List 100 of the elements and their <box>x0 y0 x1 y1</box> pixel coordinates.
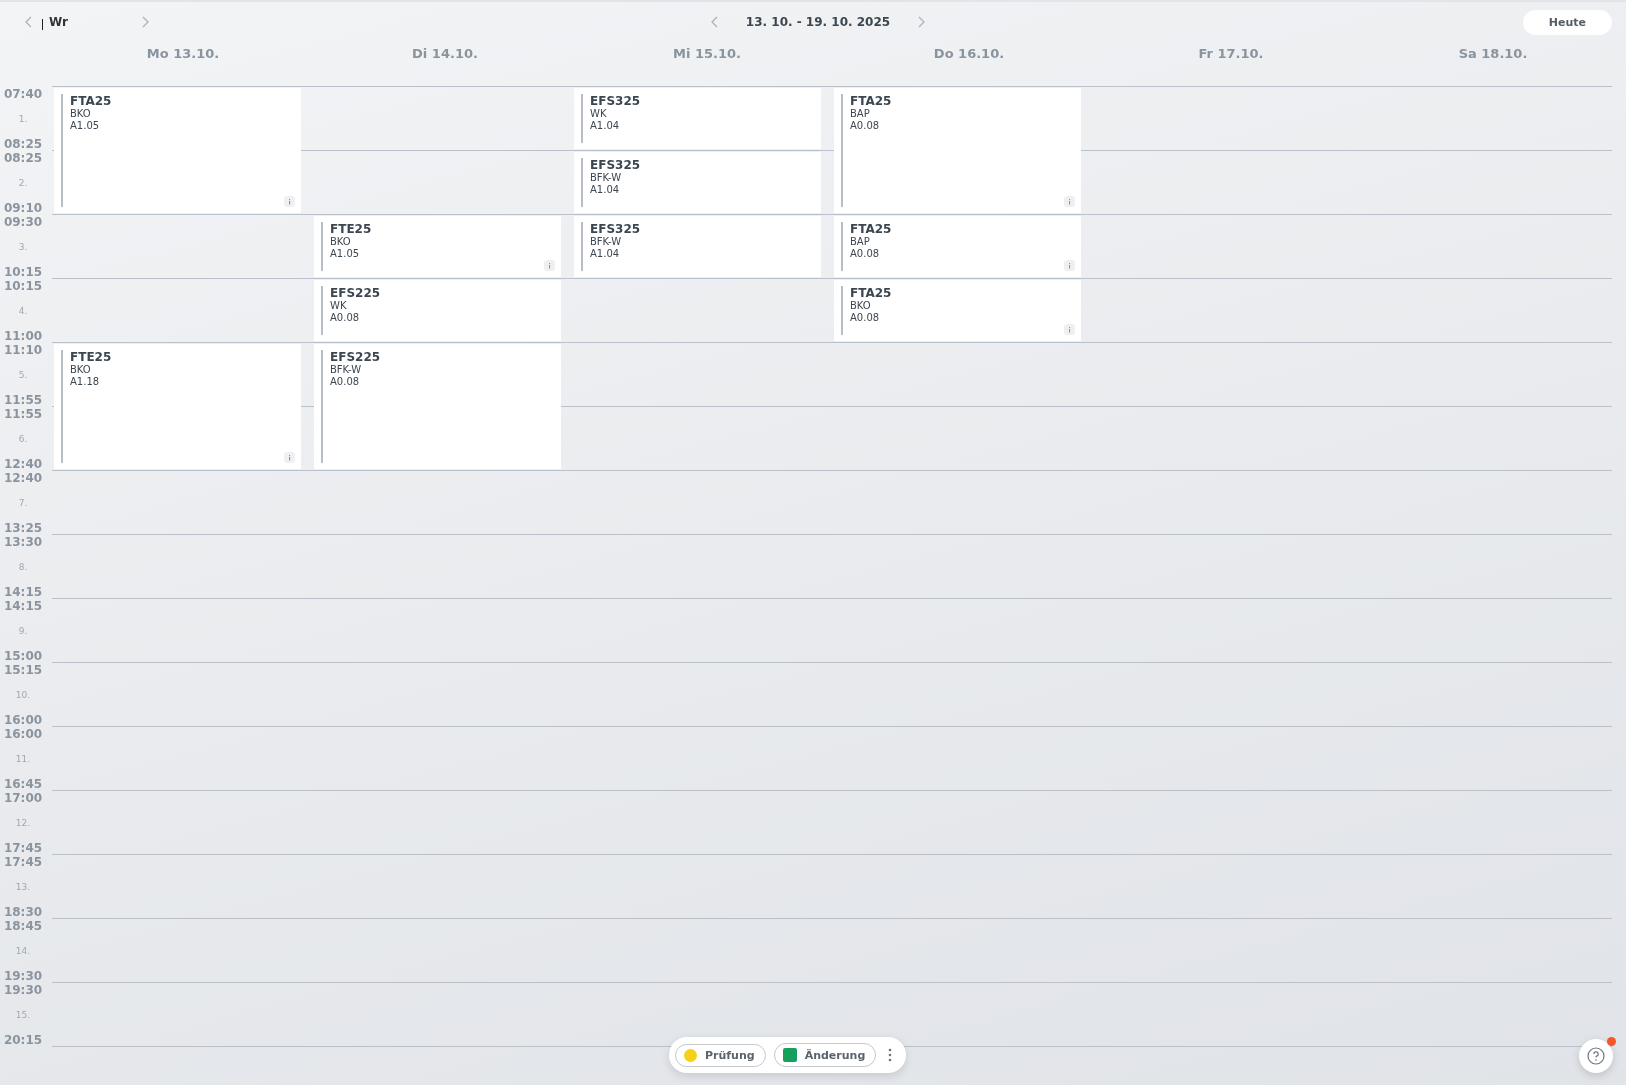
end-time: 18:30 <box>3 906 43 918</box>
day-header: Mo 13.10. <box>146 46 220 61</box>
subject: BFK-W <box>330 364 363 376</box>
end-time: 15:00 <box>3 650 43 662</box>
legend-chip[interactable]: Änderung <box>773 1043 877 1067</box>
chevron-left-icon[interactable] <box>709 16 718 28</box>
period-number: 6. <box>18 434 28 444</box>
class-name: FTA25 <box>850 222 893 236</box>
today-button[interactable]: Heute <box>1522 9 1612 35</box>
lesson-card[interactable]: FTE25 BKO A1.18 <box>54 344 301 469</box>
period-number: 5. <box>18 370 28 380</box>
period-number: 15. <box>15 1010 31 1020</box>
start-time: 10:15 <box>3 280 43 292</box>
room: A1.04 <box>590 184 621 196</box>
start-time: 19:30 <box>3 984 43 996</box>
legend-label: Prüfung <box>705 1048 755 1062</box>
class-name: EFS325 <box>590 94 642 108</box>
info-icon[interactable] <box>544 260 555 271</box>
period-number: 12. <box>15 818 31 828</box>
start-time: 14:15 <box>3 600 43 612</box>
info-icon[interactable] <box>1064 324 1075 335</box>
period-number: 8. <box>18 562 28 572</box>
lesson-card[interactable]: EFS325 BFK-W A1.04 <box>574 216 821 277</box>
lesson-card[interactable]: EFS325 WK A1.04 <box>574 88 821 149</box>
start-time: 08:25 <box>3 152 43 164</box>
room: A0.08 <box>850 120 881 132</box>
end-time: 19:30 <box>3 970 43 982</box>
start-time: 16:00 <box>3 728 43 740</box>
period-number: 7. <box>18 498 28 508</box>
day-header: Fr 17.10. <box>1198 46 1264 61</box>
start-time: 11:55 <box>3 408 43 420</box>
day-header: Do 16.10. <box>933 46 1005 61</box>
start-time: 09:30 <box>3 216 43 228</box>
text-cursor <box>42 19 43 30</box>
lesson-card[interactable]: EFS225 WK A0.08 <box>314 280 561 341</box>
subject: BFK-W <box>590 236 623 248</box>
room: A0.08 <box>850 248 881 260</box>
lesson-card[interactable]: EFS225 BFK-W A0.08 <box>314 344 561 469</box>
subject: BKO <box>850 300 872 312</box>
end-time: 11:00 <box>3 330 43 342</box>
period-number: 11. <box>15 754 31 764</box>
info-icon[interactable] <box>1064 196 1075 207</box>
chevron-right-icon[interactable] <box>918 16 927 28</box>
day-header: Mi 15.10. <box>673 46 741 61</box>
room: A0.08 <box>850 312 881 324</box>
start-time: 12:40 <box>3 472 43 484</box>
start-time: 07:40 <box>3 88 43 100</box>
end-time: 08:25 <box>3 138 43 150</box>
lesson-card[interactable]: FTA25 BKO A0.08 <box>834 280 1081 341</box>
legend-chip[interactable]: Prüfung <box>675 1043 766 1067</box>
lesson-card[interactable]: EFS325 BFK-W A1.04 <box>574 152 821 213</box>
lesson-card[interactable]: FTA25 BKO A1.05 <box>54 88 301 213</box>
chevron-left-icon[interactable] <box>24 16 32 28</box>
class-name: FTE25 <box>330 222 373 236</box>
end-time: 16:00 <box>3 714 43 726</box>
room: A1.04 <box>590 120 621 132</box>
end-time: 17:45 <box>3 842 43 854</box>
room: A0.08 <box>330 312 361 324</box>
legend-label: Änderung <box>804 1048 866 1062</box>
day-header: Di 14.10. <box>412 46 478 61</box>
search-field[interactable]: Wr <box>49 15 109 29</box>
room: A1.05 <box>330 248 361 260</box>
room: A1.18 <box>70 376 101 388</box>
info-icon[interactable] <box>284 196 295 207</box>
start-time: 11:10 <box>3 344 43 356</box>
info-icon[interactable] <box>284 452 295 463</box>
class-name: FTA25 <box>850 94 893 108</box>
period-number: 2. <box>18 178 28 188</box>
period-number: 3. <box>18 242 28 252</box>
end-time: 20:15 <box>3 1034 43 1046</box>
subject: BKO <box>70 364 92 376</box>
class-name: EFS225 <box>330 350 382 364</box>
period-number: 14. <box>15 946 31 956</box>
subject: BAP <box>850 108 871 120</box>
lesson-card[interactable]: FTA25 BAP A0.08 <box>834 88 1081 213</box>
help-button[interactable] <box>1579 1039 1613 1073</box>
class-name: FTA25 <box>70 94 113 108</box>
start-time: 13:30 <box>3 536 43 548</box>
subject: BFK-W <box>590 172 623 184</box>
start-time: 17:45 <box>3 856 43 868</box>
end-time: 13:25 <box>3 522 43 534</box>
end-time: 09:10 <box>3 202 43 214</box>
class-name: FTE25 <box>70 350 113 364</box>
subject: WK <box>330 300 348 312</box>
subject: BAP <box>850 236 871 248</box>
period-number: 4. <box>18 306 28 316</box>
lesson-card[interactable]: FTE25 BKO A1.05 <box>314 216 561 277</box>
subject: WK <box>590 108 608 120</box>
start-time: 15:15 <box>3 664 43 676</box>
chevron-right-icon[interactable] <box>142 16 150 28</box>
room: A1.05 <box>70 120 101 132</box>
more-icon[interactable] <box>888 1048 893 1062</box>
help-icon <box>1587 1047 1605 1065</box>
period-number: 9. <box>18 626 28 636</box>
lesson-card[interactable]: FTA25 BAP A0.08 <box>834 216 1081 277</box>
info-icon[interactable] <box>1064 260 1075 271</box>
subject: BKO <box>70 108 92 120</box>
class-name: EFS225 <box>330 286 382 300</box>
room: A0.08 <box>330 376 361 388</box>
start-time: 18:45 <box>3 920 43 932</box>
